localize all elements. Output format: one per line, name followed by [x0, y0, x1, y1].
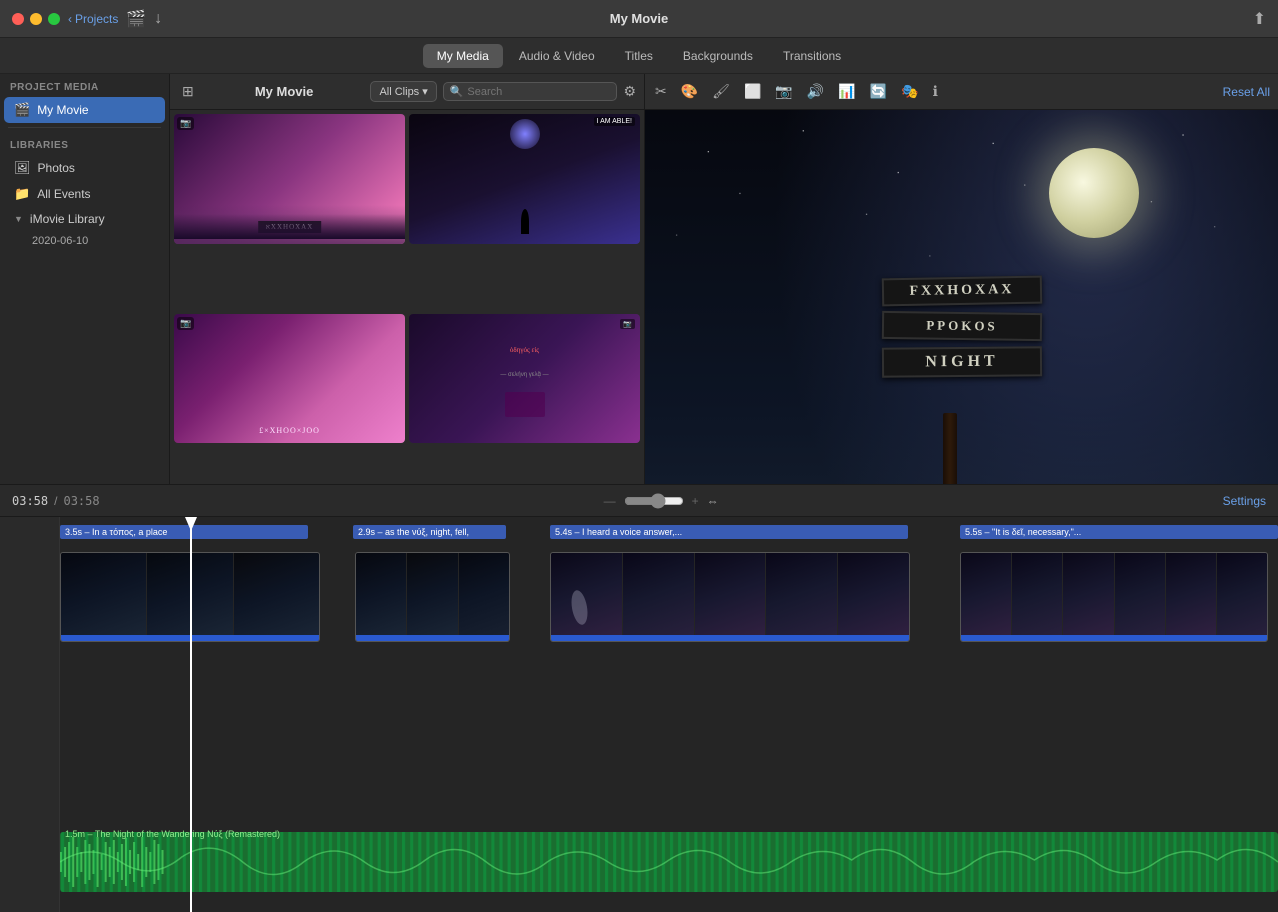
paint-tool-icon[interactable]: 🖌: [710, 81, 732, 102]
timecode-display: 03:58 / 03:58: [12, 494, 100, 508]
tab-audio-video[interactable]: Audio & Video: [505, 44, 609, 68]
maximize-button[interactable]: [48, 13, 60, 25]
project-media-label: PROJECT MEDIA: [0, 74, 169, 97]
effect-tool-icon[interactable]: 🎭: [899, 81, 920, 102]
zoom-slider[interactable]: [624, 493, 684, 509]
timeline-clip-4[interactable]: [960, 552, 1268, 642]
sidebar-item-date[interactable]: 2020-06-10: [4, 231, 165, 251]
media-title: My Movie: [204, 84, 365, 99]
titlebar: ‹ Projects 🎬 ↓ My Movie ⬆: [0, 0, 1278, 38]
zoom-controls: — + ⇔: [604, 493, 719, 509]
waveform-svg: [60, 832, 1278, 892]
clip-label-2: 2.9s – as the νύξ, night, fell,: [353, 525, 506, 539]
sidebar-item-imovie-library[interactable]: ▼ iMovie Library: [4, 207, 165, 231]
toggle-sidebar-button[interactable]: ⊞: [178, 81, 198, 102]
dropdown-arrow-icon: ▾: [422, 85, 428, 98]
tab-my-media[interactable]: My Media: [423, 44, 503, 68]
clip-labels-row: 3.5s – In a τόπος, a place 2.9s – as the…: [60, 525, 1278, 547]
toolbar-icons: ✂ 🎨 🖌 ⬜ 📷 🔊 📊 🔄 🎭 ℹ: [653, 81, 940, 102]
window-title: My Movie: [610, 11, 669, 26]
camera-icon-3: 📷: [177, 317, 194, 330]
close-button[interactable]: [12, 13, 24, 25]
tab-titles[interactable]: Titles: [611, 44, 667, 68]
camera-icon-1: 📷: [177, 117, 194, 130]
timeline-area: 03:58 / 03:58 — + ⇔ Settings 3.5s – In a…: [0, 484, 1278, 912]
tab-transitions[interactable]: Transitions: [769, 44, 855, 68]
clip-item-4[interactable]: 📷 ὁδηγός εἰς — σελήνη γελᾷ —: [409, 314, 640, 444]
sidebar-item-my-movie[interactable]: 🎬 My Movie: [4, 97, 165, 123]
clip-label-3: 5.4s – I heard a voice answer,...: [550, 525, 908, 539]
all-clips-button[interactable]: All Clips ▾: [370, 81, 436, 102]
sign-boards: FXXHOXAX PPOKOS NIGHT: [882, 277, 1042, 377]
zoom-arrows-icon[interactable]: ⇔: [707, 494, 719, 508]
timeline-clip-3[interactable]: [550, 552, 910, 642]
sign-1: FXXHOXAX: [881, 275, 1041, 306]
timecode-total: 03:58: [63, 494, 99, 508]
settings-button[interactable]: Settings: [1223, 494, 1266, 508]
photos-icon: 🖼: [14, 160, 31, 176]
camera-tool-icon[interactable]: 📷: [773, 81, 794, 102]
clip-item-3[interactable]: £×XHOO×JOO 📷: [174, 314, 405, 444]
playhead: [190, 517, 192, 912]
info-tool-icon[interactable]: ℹ: [931, 81, 940, 102]
frame-tool-icon[interactable]: ⬜: [742, 81, 763, 102]
timeline-clip-2[interactable]: [355, 552, 510, 642]
timeline-left-panel: [0, 517, 60, 912]
sidebar-item-photos[interactable]: 🖼 Photos: [4, 155, 165, 181]
crop-tool-icon[interactable]: ✂: [653, 81, 669, 102]
back-projects-button[interactable]: ‹ Projects: [68, 12, 118, 26]
preview-toolbar: ✂ 🎨 🖌 ⬜ 📷 🔊 📊 🔄 🎭 ℹ Reset All: [645, 74, 1278, 110]
expand-arrow-icon: ▼: [14, 214, 23, 224]
download-icon[interactable]: ↓: [154, 10, 162, 28]
color-tool-icon[interactable]: 🎨: [679, 81, 700, 102]
timecode-separator: /: [54, 494, 57, 508]
titlebar-right: ⬆: [1253, 9, 1266, 29]
audio-track-label: 1.5m – The Night of the Wandering Νύξ (R…: [65, 829, 280, 839]
audio-tool-icon[interactable]: 🔊: [805, 81, 826, 102]
minimize-button[interactable]: [30, 13, 42, 25]
chart-tool-icon[interactable]: 📊: [836, 81, 857, 102]
sidebar-item-all-events[interactable]: 📁 All Events: [4, 181, 165, 207]
clip-label-1: 3.5s – In a τόπος, a place: [60, 525, 308, 539]
clip-item-2[interactable]: I AM ABLE!: [409, 114, 640, 244]
search-icon: 🔍: [450, 85, 464, 98]
titlebar-left: ‹ Projects 🎬 ↓: [12, 9, 162, 29]
media-toolbar: ⊞ My Movie All Clips ▾ 🔍 ⚙: [170, 74, 644, 110]
search-box: 🔍: [443, 82, 618, 101]
clip-label-4: 5.5s – "It is δεῖ, necessary,"...: [960, 525, 1278, 539]
timecode-current: 03:58: [12, 494, 48, 508]
search-input[interactable]: [467, 86, 610, 98]
sign-2: PPOKOS: [881, 311, 1041, 341]
clip-item-1[interactable]: אXXHOXAX 📷: [174, 114, 405, 244]
moon: [1049, 148, 1139, 238]
libraries-label: LIBRARIES: [0, 132, 169, 155]
tab-backgrounds[interactable]: Backgrounds: [669, 44, 767, 68]
timeline-body: 3.5s – In a τόπος, a place 2.9s – as the…: [0, 517, 1278, 912]
traffic-lights: [12, 13, 60, 25]
top-tabs: My Media Audio & Video Titles Background…: [0, 38, 1278, 74]
sidebar-divider-1: [8, 127, 161, 128]
timeline-header: 03:58 / 03:58 — + ⇔ Settings: [0, 485, 1278, 517]
chevron-left-icon: ‹: [68, 12, 72, 26]
zoom-out-icon[interactable]: —: [604, 494, 616, 508]
stabilize-tool-icon[interactable]: 🔄: [868, 81, 889, 102]
reset-all-button[interactable]: Reset All: [1223, 85, 1270, 99]
share-icon[interactable]: ⬆: [1253, 9, 1266, 29]
film-icon: 🎬: [14, 102, 30, 118]
zoom-in-icon[interactable]: +: [692, 494, 699, 508]
events-icon: 📁: [14, 186, 30, 202]
filmstrip-icon[interactable]: 🎬: [126, 9, 146, 29]
gear-button[interactable]: ⚙: [623, 83, 636, 100]
sign-3: NIGHT: [881, 346, 1041, 377]
audio-waveform[interactable]: [60, 832, 1278, 892]
